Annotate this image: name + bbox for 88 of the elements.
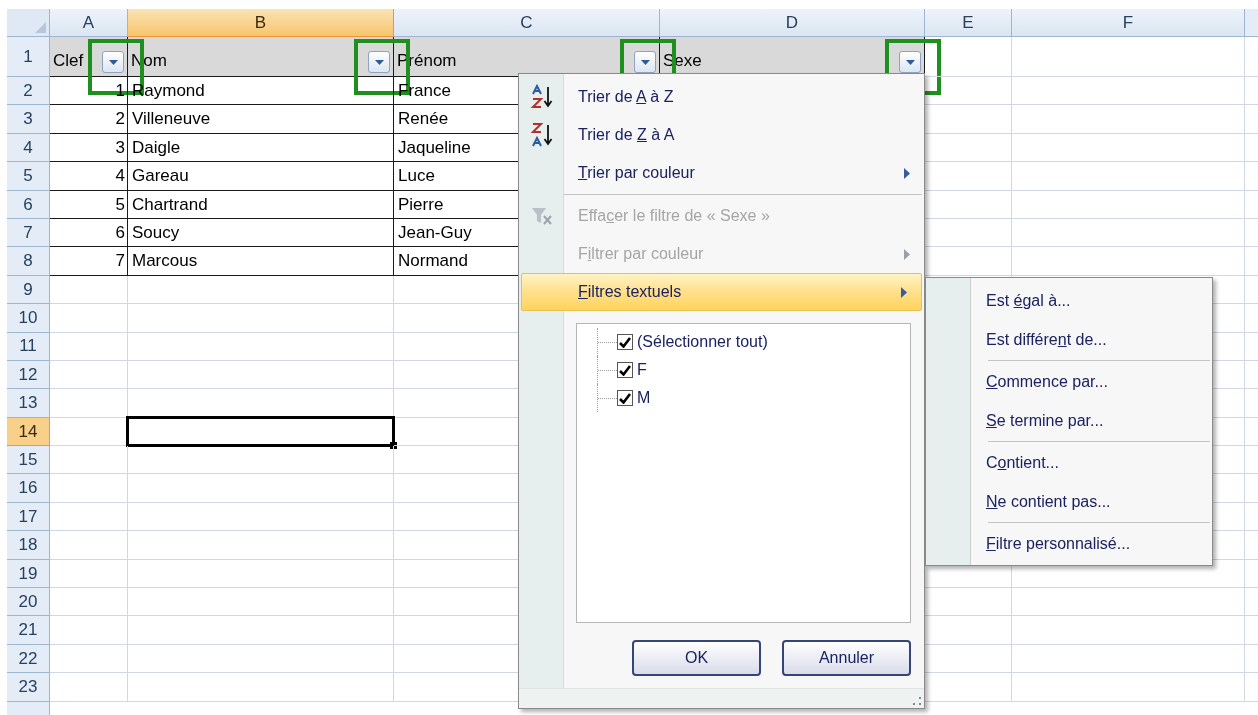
header-label: Clef — [52, 49, 84, 72]
row-header[interactable]: 6 — [7, 190, 50, 219]
submenu-item[interactable]: Contient... — [926, 443, 1212, 482]
dropdown-arrow-icon — [108, 59, 118, 65]
cell-text: Raymond — [132, 79, 205, 102]
row-header[interactable]: 4 — [7, 133, 50, 163]
cell-text: 2 — [115, 108, 125, 131]
dropdown-arrow-icon — [640, 59, 650, 65]
cell-text: Jaqueline — [398, 136, 471, 159]
submenu-item[interactable]: Est égal à... — [926, 281, 1212, 320]
column-header[interactable]: F — [1012, 9, 1245, 37]
dropdown-arrow-icon — [374, 59, 384, 65]
row-header[interactable]: 9 — [7, 275, 50, 305]
value-label: F — [637, 360, 647, 380]
cell-text: Luce — [398, 165, 435, 188]
cell-text: Jean-Guy — [398, 221, 472, 244]
cancel-button[interactable]: Annuler — [782, 640, 911, 676]
corner-triangle-icon — [35, 22, 46, 33]
filter-dropdown-button[interactable] — [102, 51, 124, 73]
row-header[interactable]: 11 — [7, 332, 50, 361]
resize-grip-icon[interactable] — [913, 697, 921, 705]
filter-dropdown-button[interactable] — [634, 51, 656, 73]
column-header[interactable]: B — [128, 9, 394, 37]
row-header[interactable]: 21 — [7, 616, 50, 645]
column-header[interactable]: E — [925, 9, 1012, 37]
filter-dropdown-button[interactable] — [899, 51, 921, 73]
row-header[interactable]: 12 — [7, 360, 50, 390]
checkbox[interactable] — [617, 334, 633, 350]
cell-text: Normand — [398, 250, 468, 273]
column-header[interactable]: A — [50, 9, 128, 37]
filter-dropdown-button[interactable] — [368, 51, 390, 73]
sort-descending-icon — [529, 122, 554, 148]
submenu-item[interactable]: Se termine par... — [926, 401, 1212, 440]
submenu-item[interactable]: Est différent de... — [926, 320, 1212, 359]
row-header[interactable]: 20 — [7, 588, 50, 617]
submenu-item[interactable]: Ne contient pas... — [926, 482, 1212, 521]
row-header[interactable]: 16 — [7, 474, 50, 503]
cell-text: Daigle — [132, 136, 181, 159]
row-header[interactable]: 22 — [7, 644, 50, 674]
menu-item[interactable]: Trier de Z à A — [519, 116, 924, 154]
row-header[interactable]: 7 — [7, 218, 50, 248]
menu-item[interactable]: Trier de A à Z — [519, 78, 924, 116]
row-header[interactable]: 13 — [7, 389, 50, 418]
cell-text: Chartrand — [132, 193, 208, 216]
row-header[interactable]: 15 — [7, 446, 50, 475]
row-header[interactable]: 5 — [7, 162, 50, 191]
row-header[interactable]: 8 — [7, 247, 50, 276]
value-label: (Sélectionner tout) — [637, 332, 768, 352]
cell-text: 4 — [115, 165, 125, 188]
dropdown-arrow-icon — [905, 59, 915, 65]
row-header[interactable]: 23 — [7, 673, 50, 702]
cell-text: Renée — [398, 108, 449, 131]
submenu-item[interactable]: Commence par... — [926, 362, 1212, 401]
row-header[interactable]: 18 — [7, 531, 50, 560]
row-header[interactable]: 17 — [7, 502, 50, 532]
checkmark-icon — [619, 364, 631, 376]
cell-text: 3 — [115, 136, 125, 159]
cell-text: 5 — [115, 193, 125, 216]
submenu-arrow-icon — [904, 248, 910, 260]
cell-text: France — [398, 79, 451, 102]
row-header[interactable]: 10 — [7, 304, 50, 333]
checkmark-icon — [619, 392, 631, 404]
clear-filter-icon — [530, 206, 553, 226]
submenu-arrow-icon — [904, 167, 910, 179]
cell-text: Pierre — [398, 193, 444, 216]
column-header[interactable]: D — [660, 9, 925, 37]
row-header[interactable]: 14 — [7, 417, 50, 447]
cell-text: Marcous — [132, 250, 198, 273]
menu-item[interactable]: Trier par couleur — [519, 154, 924, 192]
submenu-arrow-icon — [901, 286, 907, 298]
checkbox[interactable] — [617, 362, 633, 378]
cell-text: 7 — [115, 250, 125, 273]
row-header[interactable]: 2 — [7, 77, 50, 106]
checkbox[interactable] — [617, 390, 633, 406]
column-header[interactable]: C — [394, 9, 660, 37]
cell-text: Villeneuve — [132, 108, 211, 131]
cell-text: 6 — [115, 221, 125, 244]
value-label: M — [637, 388, 651, 408]
row-header[interactable]: 3 — [7, 105, 50, 134]
ok-button[interactable]: OK — [632, 640, 761, 676]
row-header[interactable]: 19 — [7, 559, 50, 589]
checkmark-icon — [619, 336, 631, 348]
sort-ascending-icon — [529, 84, 554, 110]
submenu-item[interactable]: Filtre personnalisé... — [926, 524, 1212, 563]
cell-text: Soucy — [132, 221, 180, 244]
menu-item[interactable]: Filtres textuels — [521, 273, 922, 311]
cell-text: Gareau — [132, 165, 189, 188]
row-header[interactable]: 1 — [7, 37, 50, 77]
